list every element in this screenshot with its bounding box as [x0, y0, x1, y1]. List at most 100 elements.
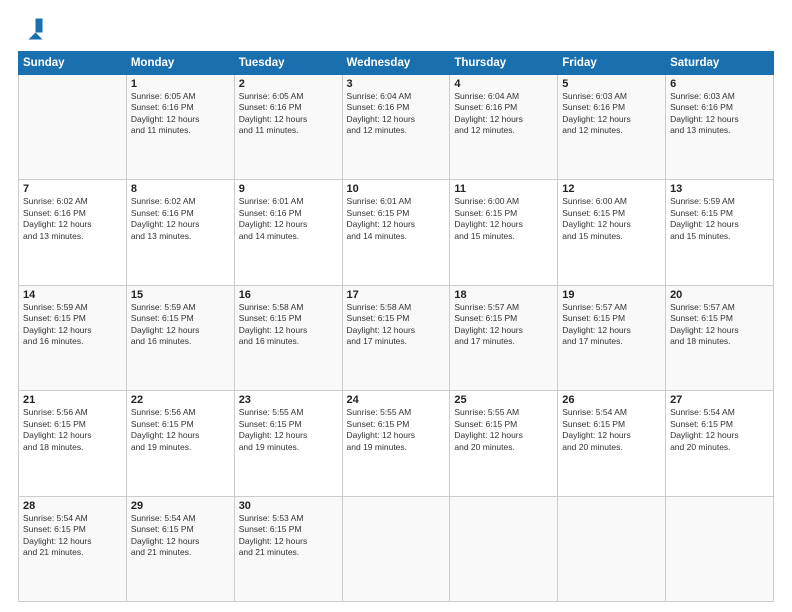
day-info: Sunrise: 5:55 AMSunset: 6:15 PMDaylight:… [239, 407, 338, 453]
calendar-cell: 4Sunrise: 6:04 AMSunset: 6:16 PMDaylight… [450, 75, 558, 180]
calendar-cell: 8Sunrise: 6:02 AMSunset: 6:16 PMDaylight… [126, 180, 234, 285]
weekday-header-friday: Friday [558, 52, 666, 75]
calendar-cell: 9Sunrise: 6:01 AMSunset: 6:16 PMDaylight… [234, 180, 342, 285]
calendar-week-row: 7Sunrise: 6:02 AMSunset: 6:16 PMDaylight… [19, 180, 774, 285]
calendar-cell: 13Sunrise: 5:59 AMSunset: 6:15 PMDayligh… [666, 180, 774, 285]
day-number: 5 [562, 78, 661, 90]
calendar-cell: 23Sunrise: 5:55 AMSunset: 6:15 PMDayligh… [234, 391, 342, 496]
day-info: Sunrise: 6:01 AMSunset: 6:16 PMDaylight:… [239, 196, 338, 242]
day-info: Sunrise: 5:57 AMSunset: 6:15 PMDaylight:… [454, 302, 553, 348]
calendar-cell: 22Sunrise: 5:56 AMSunset: 6:15 PMDayligh… [126, 391, 234, 496]
day-info: Sunrise: 5:57 AMSunset: 6:15 PMDaylight:… [670, 302, 769, 348]
calendar-cell: 2Sunrise: 6:05 AMSunset: 6:16 PMDaylight… [234, 75, 342, 180]
calendar-cell: 6Sunrise: 6:03 AMSunset: 6:16 PMDaylight… [666, 75, 774, 180]
calendar-cell: 14Sunrise: 5:59 AMSunset: 6:15 PMDayligh… [19, 285, 127, 390]
logo-icon [18, 15, 46, 43]
logo [18, 15, 48, 43]
calendar-cell: 24Sunrise: 5:55 AMSunset: 6:15 PMDayligh… [342, 391, 450, 496]
day-number: 28 [23, 500, 122, 512]
day-info: Sunrise: 5:57 AMSunset: 6:15 PMDaylight:… [562, 302, 661, 348]
weekday-header-tuesday: Tuesday [234, 52, 342, 75]
day-info: Sunrise: 6:02 AMSunset: 6:16 PMDaylight:… [131, 196, 230, 242]
day-number: 8 [131, 183, 230, 195]
weekday-header-thursday: Thursday [450, 52, 558, 75]
day-info: Sunrise: 5:54 AMSunset: 6:15 PMDaylight:… [670, 407, 769, 453]
calendar-cell [558, 496, 666, 601]
day-info: Sunrise: 6:05 AMSunset: 6:16 PMDaylight:… [131, 91, 230, 137]
day-number: 15 [131, 289, 230, 301]
day-info: Sunrise: 6:00 AMSunset: 6:15 PMDaylight:… [454, 196, 553, 242]
calendar-week-row: 14Sunrise: 5:59 AMSunset: 6:15 PMDayligh… [19, 285, 774, 390]
day-number: 26 [562, 394, 661, 406]
weekday-header-monday: Monday [126, 52, 234, 75]
day-number: 4 [454, 78, 553, 90]
day-info: Sunrise: 5:54 AMSunset: 6:15 PMDaylight:… [23, 513, 122, 559]
day-info: Sunrise: 5:55 AMSunset: 6:15 PMDaylight:… [454, 407, 553, 453]
day-info: Sunrise: 5:55 AMSunset: 6:15 PMDaylight:… [347, 407, 446, 453]
day-number: 20 [670, 289, 769, 301]
page: SundayMondayTuesdayWednesdayThursdayFrid… [0, 0, 792, 612]
calendar-week-row: 28Sunrise: 5:54 AMSunset: 6:15 PMDayligh… [19, 496, 774, 601]
calendar-cell [19, 75, 127, 180]
calendar-cell [342, 496, 450, 601]
day-number: 11 [454, 183, 553, 195]
day-info: Sunrise: 5:59 AMSunset: 6:15 PMDaylight:… [670, 196, 769, 242]
day-number: 7 [23, 183, 122, 195]
day-info: Sunrise: 6:01 AMSunset: 6:15 PMDaylight:… [347, 196, 446, 242]
day-number: 27 [670, 394, 769, 406]
day-number: 21 [23, 394, 122, 406]
calendar-cell: 28Sunrise: 5:54 AMSunset: 6:15 PMDayligh… [19, 496, 127, 601]
calendar-cell: 19Sunrise: 5:57 AMSunset: 6:15 PMDayligh… [558, 285, 666, 390]
day-number: 10 [347, 183, 446, 195]
calendar-week-row: 1Sunrise: 6:05 AMSunset: 6:16 PMDaylight… [19, 75, 774, 180]
day-info: Sunrise: 6:02 AMSunset: 6:16 PMDaylight:… [23, 196, 122, 242]
calendar-cell: 21Sunrise: 5:56 AMSunset: 6:15 PMDayligh… [19, 391, 127, 496]
day-info: Sunrise: 5:56 AMSunset: 6:15 PMDaylight:… [131, 407, 230, 453]
calendar-cell: 17Sunrise: 5:58 AMSunset: 6:15 PMDayligh… [342, 285, 450, 390]
day-info: Sunrise: 6:05 AMSunset: 6:16 PMDaylight:… [239, 91, 338, 137]
calendar-cell: 20Sunrise: 5:57 AMSunset: 6:15 PMDayligh… [666, 285, 774, 390]
day-number: 29 [131, 500, 230, 512]
calendar-cell: 11Sunrise: 6:00 AMSunset: 6:15 PMDayligh… [450, 180, 558, 285]
calendar-cell [450, 496, 558, 601]
calendar-table: SundayMondayTuesdayWednesdayThursdayFrid… [18, 51, 774, 602]
day-number: 25 [454, 394, 553, 406]
day-number: 18 [454, 289, 553, 301]
calendar-cell: 18Sunrise: 5:57 AMSunset: 6:15 PMDayligh… [450, 285, 558, 390]
day-info: Sunrise: 6:04 AMSunset: 6:16 PMDaylight:… [347, 91, 446, 137]
day-info: Sunrise: 5:58 AMSunset: 6:15 PMDaylight:… [347, 302, 446, 348]
day-number: 22 [131, 394, 230, 406]
day-number: 16 [239, 289, 338, 301]
day-number: 14 [23, 289, 122, 301]
calendar-cell: 16Sunrise: 5:58 AMSunset: 6:15 PMDayligh… [234, 285, 342, 390]
day-number: 17 [347, 289, 446, 301]
day-info: Sunrise: 6:00 AMSunset: 6:15 PMDaylight:… [562, 196, 661, 242]
day-number: 9 [239, 183, 338, 195]
header [18, 15, 774, 43]
day-info: Sunrise: 5:59 AMSunset: 6:15 PMDaylight:… [23, 302, 122, 348]
day-info: Sunrise: 5:54 AMSunset: 6:15 PMDaylight:… [131, 513, 230, 559]
day-info: Sunrise: 5:53 AMSunset: 6:15 PMDaylight:… [239, 513, 338, 559]
day-info: Sunrise: 5:58 AMSunset: 6:15 PMDaylight:… [239, 302, 338, 348]
calendar-cell: 15Sunrise: 5:59 AMSunset: 6:15 PMDayligh… [126, 285, 234, 390]
day-info: Sunrise: 6:03 AMSunset: 6:16 PMDaylight:… [670, 91, 769, 137]
calendar-cell: 10Sunrise: 6:01 AMSunset: 6:15 PMDayligh… [342, 180, 450, 285]
day-info: Sunrise: 6:03 AMSunset: 6:16 PMDaylight:… [562, 91, 661, 137]
calendar-cell: 27Sunrise: 5:54 AMSunset: 6:15 PMDayligh… [666, 391, 774, 496]
day-info: Sunrise: 6:04 AMSunset: 6:16 PMDaylight:… [454, 91, 553, 137]
day-number: 24 [347, 394, 446, 406]
calendar-cell: 25Sunrise: 5:55 AMSunset: 6:15 PMDayligh… [450, 391, 558, 496]
calendar-cell: 12Sunrise: 6:00 AMSunset: 6:15 PMDayligh… [558, 180, 666, 285]
day-number: 13 [670, 183, 769, 195]
day-number: 1 [131, 78, 230, 90]
day-number: 19 [562, 289, 661, 301]
day-info: Sunrise: 5:54 AMSunset: 6:15 PMDaylight:… [562, 407, 661, 453]
calendar-cell: 30Sunrise: 5:53 AMSunset: 6:15 PMDayligh… [234, 496, 342, 601]
calendar-cell [666, 496, 774, 601]
day-number: 23 [239, 394, 338, 406]
calendar-cell: 3Sunrise: 6:04 AMSunset: 6:16 PMDaylight… [342, 75, 450, 180]
calendar-cell: 7Sunrise: 6:02 AMSunset: 6:16 PMDaylight… [19, 180, 127, 285]
weekday-header-saturday: Saturday [666, 52, 774, 75]
day-info: Sunrise: 5:59 AMSunset: 6:15 PMDaylight:… [131, 302, 230, 348]
calendar-week-row: 21 Sunrise: 5:56 AMSunset: 6:15 PMDayligh… [19, 391, 774, 496]
